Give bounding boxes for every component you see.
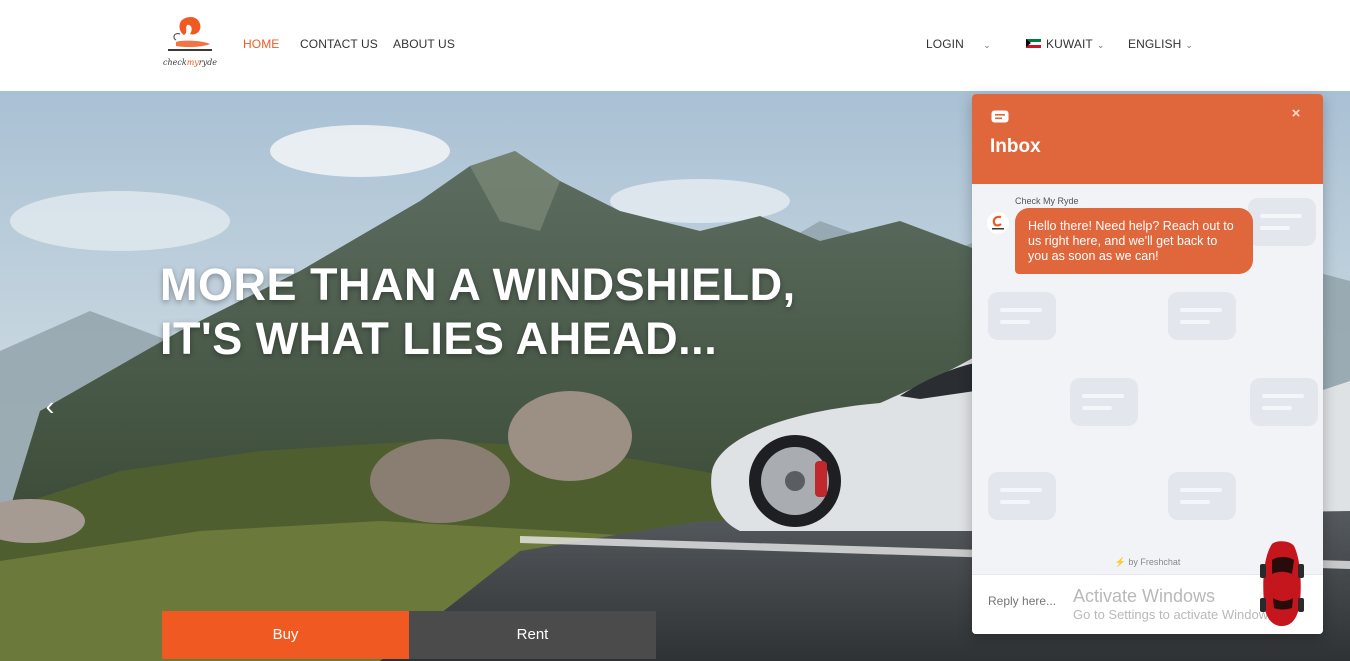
placeholder-bubble (988, 472, 1056, 520)
tab-rent[interactable]: Rent (409, 611, 656, 659)
logo-mark-icon (168, 16, 212, 51)
placeholder-bubble (1250, 378, 1318, 426)
login-label: LOGIN (926, 37, 964, 51)
hero-headline-line2: IT'S WHAT LIES AHEAD... (160, 313, 718, 364)
hero-headline-line1: MORE THAN A WINDSHIELD, (160, 259, 796, 310)
nav-home[interactable]: HOME (243, 37, 279, 51)
chat-launcher-car-icon[interactable] (1258, 540, 1306, 628)
message-sender: Check My Ryde (1015, 196, 1079, 206)
placeholder-bubble (1168, 292, 1236, 340)
chevron-down-icon: ⌄ (983, 40, 991, 50)
placeholder-bubble (1168, 472, 1236, 520)
placeholder-bubble (988, 292, 1056, 340)
hero-headline: MORE THAN A WINDSHIELD, IT'S WHAT LIES A… (160, 258, 796, 366)
close-icon[interactable]: × (1288, 105, 1304, 123)
chevron-down-icon: ⌄ (1185, 40, 1194, 50)
logo-wordmark: checkmyryde (162, 58, 217, 67)
nav-contact-us[interactable]: CONTACT US (300, 37, 378, 51)
language-selector[interactable]: ENGLISH ⌄ (1128, 37, 1195, 51)
chat-bubble-icon (991, 110, 1009, 123)
chat-title: Inbox (990, 136, 1041, 157)
windows-activation-watermark: Activate Windows Go to Settings to activ… (1073, 586, 1279, 622)
placeholder-bubble (1248, 198, 1316, 246)
site-logo[interactable]: checkmyryde (160, 14, 220, 78)
lightning-icon: ⚡ (1114, 557, 1126, 567)
agent-avatar-icon (987, 212, 1009, 234)
country-selector[interactable]: KUWAIT ⌄ (1026, 37, 1107, 51)
chevron-down-icon: ⌄ (1096, 40, 1105, 50)
language-label: ENGLISH (1128, 37, 1182, 51)
site-header: checkmyryde HOME CONTACT US ABOUT US LOG… (0, 0, 1350, 91)
welcome-message: Hello there! Need help? Reach out to us … (1015, 208, 1253, 274)
nav-about-us[interactable]: ABOUT US (393, 37, 455, 51)
tab-buy[interactable]: Buy (162, 611, 409, 659)
chat-header: Inbox × (972, 94, 1323, 184)
kuwait-flag-icon (1026, 39, 1041, 49)
country-label: KUWAIT (1046, 37, 1093, 51)
placeholder-bubble (1070, 378, 1138, 426)
login-dropdown[interactable]: LOGIN ⌄ (926, 37, 993, 51)
reply-input[interactable] (988, 590, 1068, 612)
chevron-left-icon[interactable]: ‹ (38, 391, 62, 421)
